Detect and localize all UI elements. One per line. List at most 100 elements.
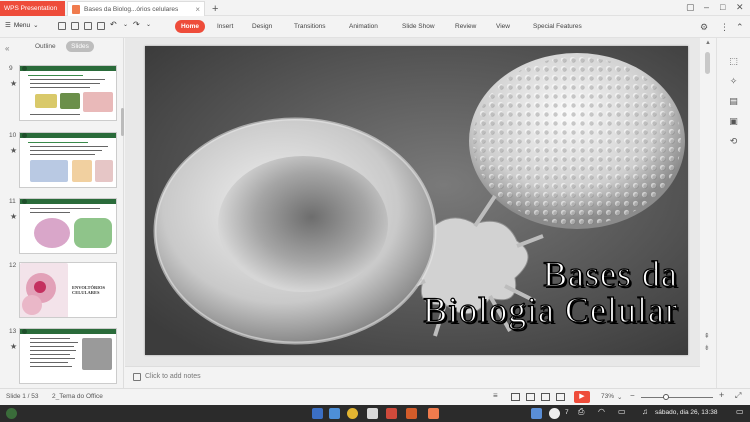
tab-wps-label: WPS Presentation [4,5,58,12]
slide-thumbnail-11[interactable]: 11 ★ [4,198,120,260]
new-tab-button[interactable]: + [210,1,224,16]
slide-layout-icon[interactable]: ▤ [728,96,739,107]
tray-notification-icon[interactable] [549,408,560,419]
taskbar-app-wps-writer-icon[interactable] [386,408,397,419]
slide-preview: ENVOLTÓRIOS CELULARES [19,262,117,318]
os-taskbar: 7 ⎙ ◠ ▭ ♫ sábado, dia 26, 13:38 ▭ [0,405,750,422]
slide-12-title: ENVOLTÓRIOS CELULARES [72,285,106,295]
normal-view-icon[interactable] [511,393,520,401]
animation-star-icon: ★ [10,146,18,155]
slide-thumbnail-10[interactable]: 10 ★ [4,132,120,194]
tray-show-desktop-icon[interactable]: ▭ [736,407,744,416]
animation-pane-icon[interactable]: ✧ [728,76,739,87]
zoom-slider-handle[interactable] [663,394,669,400]
slide-preview [19,65,117,121]
more-options-icon[interactable]: ⋮ [720,22,729,33]
close-tab-icon[interactable]: × [195,5,200,14]
slide-title[interactable]: Bases da Biologia Celular [348,255,678,328]
slide-preview [19,132,117,188]
undo-dropdown-icon[interactable]: ⌄ [123,21,131,29]
reading-view-icon[interactable] [541,393,550,401]
tray-music-icon[interactable]: ♫ [642,407,648,416]
redo-icon[interactable]: ↷ [133,20,141,29]
hamburger-icon: ☰ [5,22,11,29]
next-slide-icon[interactable]: ⇟ [704,344,710,352]
taskbar-app-terminal-icon[interactable] [329,408,340,419]
save-icon[interactable] [71,22,79,30]
print-preview-icon[interactable] [97,22,105,30]
history-icon[interactable]: ⟲ [728,136,739,147]
ribbon-tab-review[interactable]: Review [455,23,476,30]
tray-clock[interactable]: sábado, dia 26, 13:38 [655,409,718,416]
animation-star-icon: ★ [10,79,18,88]
print-icon[interactable] [84,22,92,30]
window-tile-icon[interactable]: ▢ [686,2,695,13]
ribbon-tab-design[interactable]: Design [252,23,272,30]
zoom-dropdown-icon[interactable]: ⌄ [617,393,622,401]
ribbon-tab-special-features[interactable]: Special Features [533,23,582,30]
ribbon-tab-insert[interactable]: Insert [217,23,233,30]
animation-star-icon: ★ [10,342,18,351]
current-slide[interactable]: Bases da Biologia Celular [145,46,688,355]
tray-network-drive-icon[interactable] [531,408,542,419]
window-minimize-icon[interactable]: – [704,2,709,12]
open-icon[interactable] [58,22,66,30]
collapse-ribbon-icon[interactable]: ⌃ [736,22,744,33]
previous-slide-icon[interactable]: ⇞ [704,332,710,340]
design-icon[interactable]: ▣ [728,116,739,127]
taskbar-app-files-icon[interactable] [312,408,323,419]
slide-counter: Slide 1 / 53 [6,393,39,400]
ribbon-tab-transitions[interactable]: Transitions [294,23,326,30]
slides-panel: « Outline Slides 9 ★ 10 ★ 11 ★ 12 ENVOLT… [0,38,124,388]
zoom-in-button[interactable]: + [719,390,724,400]
settings-icon[interactable]: ⚙ [700,22,708,33]
title-bar: WPS Presentation Bases da Biolog...órios… [0,0,750,16]
object-properties-icon[interactable]: ⬚ [728,56,739,67]
taskbar-app-wps-spreadsheet-icon[interactable] [406,408,417,419]
slide-thumbnail-12[interactable]: 12 ENVOLTÓRIOS CELULARES [4,262,120,324]
ribbon-tab-view[interactable]: View [496,23,510,30]
tray-printer-icon[interactable]: ⎙ [578,407,584,417]
tray-battery-icon[interactable]: ▭ [618,407,626,416]
slide-preview [19,198,117,254]
tab-document[interactable]: Bases da Biolog...órios celulares × [67,1,205,16]
notes-toggle-icon[interactable]: ≡ [493,391,498,400]
presentation-file-icon [72,4,80,14]
redo-dropdown-icon[interactable]: ⌄ [146,21,154,29]
fit-window-icon[interactable]: ⤢ [735,391,741,401]
play-slideshow-button[interactable]: ▶ [574,391,590,403]
theme-name[interactable]: 2_Tema do Office [52,393,103,400]
taskbar-app-editor-icon[interactable] [367,408,378,419]
presenter-view-icon[interactable] [556,393,565,401]
slide-scrollbar-thumb[interactable] [705,52,710,74]
zoom-level[interactable]: 73% [601,393,614,400]
tray-wifi-icon[interactable]: ◠ [598,407,605,416]
slide-thumbnail-9[interactable]: 9 ★ [4,65,120,127]
ribbon-tab-slide-show[interactable]: Slide Show [402,23,435,30]
tab-slides[interactable]: Slides [66,41,94,52]
notes-icon [133,373,141,381]
scroll-up-icon[interactable]: ▲ [705,40,711,46]
ribbon-bar: ☰ Menu ⌄ ↶ ⌄ ↷ ⌄ Home Insert Design Tran… [0,17,750,38]
notes-area[interactable]: Click to add notes [125,366,700,388]
collapse-panel-icon[interactable]: « [5,44,9,53]
taskbar-app-browser-icon[interactable] [347,408,358,419]
taskbar-app-wps-presentation-icon[interactable] [428,408,439,419]
slide-thumbnail-13[interactable]: 13 ★ [4,328,120,390]
zoom-out-button[interactable]: − [630,391,635,400]
window-maximize-icon[interactable]: □ [720,2,725,12]
slide-sorter-icon[interactable] [526,393,535,401]
main-menu-button[interactable]: ☰ Menu ⌄ [5,21,39,30]
ribbon-tab-home[interactable]: Home [175,20,205,33]
slide-scrollbar-track[interactable] [702,38,714,366]
start-menu-icon[interactable] [6,408,17,419]
window-close-icon[interactable]: ✕ [736,2,744,13]
slides-panel-scrollbar[interactable] [121,108,124,136]
zoom-slider[interactable] [641,397,713,398]
main-menu-label: Menu [13,21,31,29]
tab-outline[interactable]: Outline [35,43,56,50]
undo-icon[interactable]: ↶ [110,20,118,29]
ribbon-tab-animation[interactable]: Animation [349,23,378,30]
tray-notification-count: 7 [565,409,569,416]
tab-wps-presentation[interactable]: WPS Presentation [0,1,65,16]
